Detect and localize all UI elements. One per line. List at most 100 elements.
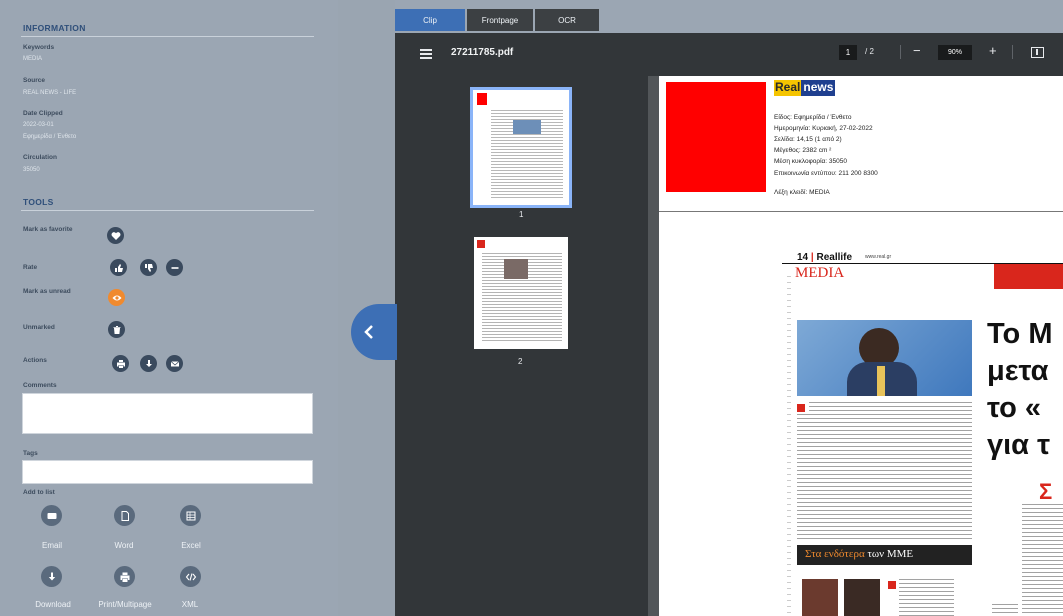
download-label: Download bbox=[35, 600, 71, 609]
tags-input[interactable] bbox=[22, 460, 313, 484]
info-panel: INFORMATION Keywords MEDIA Source REAL N… bbox=[0, 0, 338, 616]
drop-cap bbox=[888, 581, 896, 589]
word-label: Word bbox=[114, 541, 134, 550]
thumbnail-number-2: 2 bbox=[518, 357, 523, 366]
thumbs-up-button[interactable] bbox=[110, 259, 127, 276]
code-icon bbox=[185, 572, 196, 581]
xml-label: XML bbox=[181, 600, 199, 609]
zoom-input[interactable]: 90% bbox=[938, 45, 972, 60]
pdf-filename: 27211785.pdf bbox=[451, 47, 514, 58]
print-icon bbox=[116, 359, 125, 368]
toolbar-separator bbox=[900, 45, 901, 59]
thumbnail-page-1[interactable] bbox=[470, 87, 572, 208]
tab-frontpage[interactable]: Frontpage bbox=[467, 9, 533, 31]
meta-line: Μέγεθος: 2382 cm ² bbox=[774, 147, 832, 154]
rate-label: Rate bbox=[23, 264, 38, 271]
meta-line: Επικοινωνία εντύπου: 211 200 8300 bbox=[774, 170, 878, 177]
download-action-button[interactable] bbox=[140, 355, 157, 372]
download-icon bbox=[48, 572, 55, 580]
mark-unread-label: Mark as unread bbox=[23, 288, 71, 295]
print-icon bbox=[120, 572, 129, 582]
date-clipped-value: 2022-03-01 bbox=[23, 122, 54, 128]
divider bbox=[21, 210, 314, 211]
information-title: INFORMATION bbox=[23, 23, 86, 33]
crop-marks bbox=[787, 276, 791, 616]
article-text bbox=[992, 604, 1018, 616]
word-button[interactable] bbox=[114, 505, 135, 526]
menu-icon[interactable] bbox=[420, 49, 432, 61]
meta-line: Μέση κυκλοφορία: 35050 bbox=[774, 158, 847, 165]
date-clipped-label: Date Clipped bbox=[23, 110, 63, 117]
mark-unread-button[interactable] bbox=[108, 289, 125, 306]
delete-button[interactable] bbox=[108, 321, 125, 338]
source-logo-box bbox=[666, 82, 766, 192]
meta-line: Σελίδα: 14,15 (1 από 2) bbox=[774, 136, 842, 143]
tags-label: Tags bbox=[23, 450, 38, 457]
page-area: Real news Είδος: Εφημερίδα / Ένθετο Ημερο… bbox=[648, 76, 1063, 616]
excel-button[interactable] bbox=[180, 505, 201, 526]
comments-label: Comments bbox=[23, 382, 57, 389]
eye-icon bbox=[112, 295, 121, 300]
thumbnail-page-2[interactable] bbox=[474, 237, 568, 349]
article-text bbox=[1022, 504, 1063, 616]
divider bbox=[21, 36, 314, 37]
section-title: MEDIA bbox=[795, 265, 845, 281]
mail-icon bbox=[47, 512, 56, 519]
trash-icon bbox=[113, 325, 120, 334]
tools-title: TOOLS bbox=[23, 197, 54, 207]
thumbs-down-icon bbox=[144, 263, 153, 272]
thumbnail-number-1: 1 bbox=[519, 210, 524, 219]
fit-page-icon[interactable] bbox=[1031, 47, 1044, 58]
keywords-value: MEDIA bbox=[23, 56, 43, 62]
download-button[interactable] bbox=[41, 566, 62, 587]
keywords-label: Keywords bbox=[23, 44, 55, 51]
toolbar-separator bbox=[1012, 45, 1013, 59]
unmarked-label: Unmarked bbox=[23, 324, 55, 331]
thumbs-up-icon bbox=[114, 263, 123, 272]
article-text bbox=[899, 579, 954, 616]
media-type-value: Εφημερίδα / Ένθετο bbox=[23, 134, 77, 140]
meta-line: Είδος: Εφημερίδα / Ένθετο bbox=[774, 114, 852, 121]
favorite-button[interactable] bbox=[107, 227, 124, 244]
chevron-left-icon bbox=[364, 325, 373, 339]
sigma-drop-cap: Σ bbox=[1039, 479, 1053, 504]
print-multipage-label: Print/Multipage bbox=[98, 600, 152, 609]
keyword-line: Λέξη κλειδί: MEDIA bbox=[774, 189, 830, 196]
neutral-rate-button[interactable] bbox=[166, 259, 183, 276]
zoom-in-button[interactable]: + bbox=[989, 43, 997, 58]
thumbs-down-button[interactable] bbox=[140, 259, 157, 276]
collapse-panel-button[interactable] bbox=[351, 304, 397, 360]
zoom-out-button[interactable]: − bbox=[913, 43, 921, 58]
circulation-value: 35050 bbox=[23, 167, 40, 173]
box-title: Στα ενδότερα των ΜΜΕ bbox=[805, 548, 914, 560]
spreadsheet-icon bbox=[186, 511, 195, 520]
meta-line: Ημερομηνία: Κυριακή, 27-02-2022 bbox=[774, 125, 873, 132]
email-action-button[interactable] bbox=[166, 355, 183, 372]
article-photo bbox=[797, 320, 972, 396]
portrait-photo bbox=[844, 579, 880, 616]
drop-cap bbox=[797, 404, 805, 412]
newspaper-header: 14 | Reallife bbox=[797, 252, 853, 263]
mark-favorite-label: Mark as favorite bbox=[23, 226, 73, 233]
portrait-photo bbox=[802, 579, 838, 616]
word-doc-icon bbox=[121, 510, 129, 521]
source-value: REAL NEWS - LIFE bbox=[23, 90, 77, 96]
download-icon bbox=[145, 359, 152, 367]
xml-button[interactable] bbox=[180, 566, 201, 587]
page-divider bbox=[659, 211, 1063, 212]
tab-ocr[interactable]: OCR bbox=[535, 9, 599, 31]
heart-icon bbox=[111, 231, 120, 240]
article-text bbox=[797, 414, 972, 540]
actions-label: Actions bbox=[23, 357, 47, 364]
pdf-page: Real news Είδος: Εφημερίδα / Ένθετο Ημερο… bbox=[659, 76, 1063, 616]
comments-textarea[interactable] bbox=[22, 393, 313, 434]
circulation-label: Circulation bbox=[23, 154, 57, 161]
page-number-input[interactable]: 1 bbox=[839, 45, 857, 60]
print-action-button[interactable] bbox=[112, 355, 129, 372]
email-button[interactable] bbox=[41, 505, 62, 526]
print-multipage-button[interactable] bbox=[114, 566, 135, 587]
page-total: / 2 bbox=[865, 47, 874, 56]
tab-clip[interactable]: Clip bbox=[395, 9, 465, 31]
mail-icon bbox=[170, 360, 179, 366]
minus-icon bbox=[171, 266, 178, 269]
